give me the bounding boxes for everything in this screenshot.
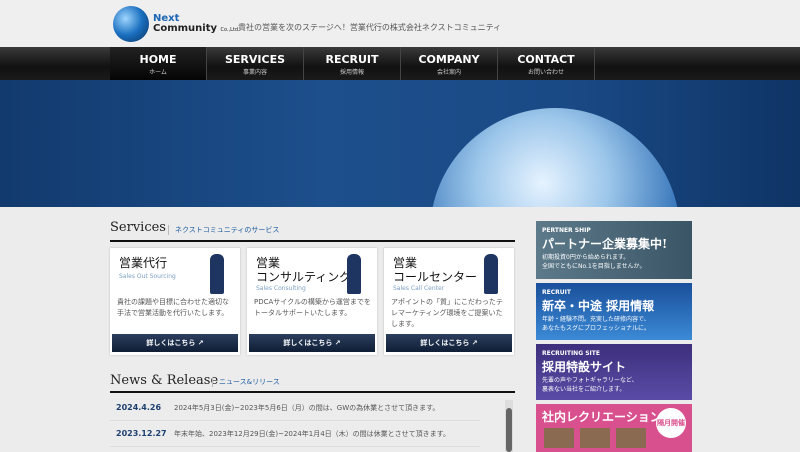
nav-home[interactable]: HOME ホーム [110,47,207,80]
card-text: PDCAサイクルの構築から運営までをトータルサポートいたします。 [254,298,371,317]
nav-label: SERVICES [224,53,286,66]
card-title-2: コールセンター [393,270,478,284]
news-item[interactable]: 2024.4.26 2024年5月3日(金)~2023年5月6日（月）の間は、GW… [110,395,480,421]
news-subtitle: ニュース&リリース [212,377,280,387]
nav-sub: 事業内容 [242,69,267,76]
banner-kicker: RECRUIT [542,289,571,296]
news-text: 2024年5月3日(金)~2023年5月6日（月）の間は、GWの為休業とさせて頂… [174,404,440,412]
nav-label: CONTACT [517,53,575,66]
businessman-icon [347,254,361,294]
nav-recruit[interactable]: RECRUIT 採用情報 [304,47,401,80]
logo-line2: Community [153,22,218,34]
banner-heading: 採用特設サイト [542,360,627,374]
recruit-banner[interactable]: RECRUIT 新卒・中途 採用情報 年齢・経験不問。充実した研修内容で、 あなた… [536,283,692,340]
nav-sub: 採用情報 [339,69,364,76]
banner-kicker: PERTNER SHIP [542,227,591,234]
site-header: Next Community Co.,Ltd. 貴社の営業を次のステージへ！営業… [0,0,800,47]
banner-text: あなたもスグにプロフェッショナルに。 [542,325,651,332]
nav-company[interactable]: COMPANY 会社案内 [401,47,498,80]
tagline: 貴社の営業を次のステージへ！営業代行の株式会社ネクストコミュニティ [238,23,502,32]
banner-heading: 新卒・中途 採用情報 [542,299,655,313]
banner-heading: 社内レクリエーション [542,410,662,424]
banner-heading: パートナー企業募集中! [542,237,668,251]
partnership-banner[interactable]: PERTNER SHIP パートナー企業募集中! 初期投資0円から始められます。… [536,221,692,279]
businessman-icon [210,254,224,294]
banner-text: 初期投資0円から始められます。 [542,254,630,261]
card-title: 営業代行 [119,256,168,270]
services-subtitle: ネクストコミュニティのサービス [168,225,279,235]
service-card-callcenter: 営業 コールセンター Sales Call Center アポイントの「質」にこだ… [384,248,514,355]
card-text: アポイントの「質」にこだわったテレマーケティング環境をご提案いたします。 [391,298,503,328]
scroll-thumb[interactable] [506,408,512,452]
recreation-photos [544,428,648,448]
recreation-banner[interactable]: 社内レクリエーション 隔月開催 [536,404,692,452]
nav-label: RECRUIT [325,53,379,66]
logo-suffix: Co.,Ltd. [220,26,240,33]
divider [110,391,515,393]
logo[interactable]: Next Community Co.,Ltd. [113,6,240,42]
operator-icon [484,254,498,294]
card-en: Sales Out Sourcing [119,273,176,280]
banner-kicker: RECRUITING SITE [542,350,600,357]
banner-text: 先輩の声やフォトギャラリーなど、 [542,377,638,384]
news-text: 年末年始、2023年12月29日(金)~2024年1月4日（木）の間は休業とさせ… [174,430,450,438]
recruiting-site-banner[interactable]: RECRUITING SITE 採用特設サイト 先輩の声やフォトギャラリーなど、… [536,344,692,400]
nav-sub: お問い合わせ [527,69,564,76]
nav-contact[interactable]: CONTACT お問い合わせ [498,47,595,80]
banner-text: 年齢・経験不問。充実した研修内容で、 [542,316,650,323]
services-title: Services [110,220,166,235]
hero-banner [0,80,800,207]
details-button[interactable]: 詳しくはこちら ↗ [249,334,375,352]
banner-text: 裏表ない当社をご紹介します。 [542,386,626,393]
service-card-consulting: 営業 コンサルティング Sales Consulting PDCAサイクルの構築か… [247,248,377,355]
nav-label: COMPANY [418,53,480,66]
service-card-outsourcing: 営業代行 Sales Out Sourcing 貴社の課題や目標に合わせた適切な… [110,248,240,355]
card-en: Sales Call Center [393,285,445,292]
banner-text: 全国でともにNo.1を目指しませんか。 [542,263,646,270]
nav-label: HOME [139,53,177,66]
nav-sub: 会社案内 [436,69,461,76]
news-item[interactable]: 2023.12.27 年末年始、2023年12月29日(金)~2024年1月4日（… [110,421,480,447]
bimonthly-badge: 隔月開催 [656,408,686,438]
card-title-2: コンサルティング [256,270,352,284]
card-title: 営業 [256,256,281,270]
divider [110,240,515,242]
globe-logo-icon [113,6,149,42]
card-title: 営業 [393,256,418,270]
nav-services[interactable]: SERVICES 事業内容 [207,47,304,80]
details-button[interactable]: 詳しくはこちら ↗ [386,334,512,352]
card-text: 貴社の課題や目標に合わせた適切な手法で営業活動を代行いたします。 [117,298,229,317]
globe-image [430,108,680,207]
news-scrollbar[interactable] [505,400,513,452]
news-date: 2023.12.27 [116,429,167,438]
news-title: News & Release [110,373,219,388]
details-button[interactable]: 詳しくはこちら ↗ [112,334,238,352]
news-date: 2024.4.26 [116,403,162,412]
nav-sub: ホーム [149,69,167,76]
main-nav: HOME ホーム SERVICES 事業内容 RECRUIT 採用情報 COMPANY… [0,47,800,80]
card-en: Sales Consulting [256,285,306,292]
